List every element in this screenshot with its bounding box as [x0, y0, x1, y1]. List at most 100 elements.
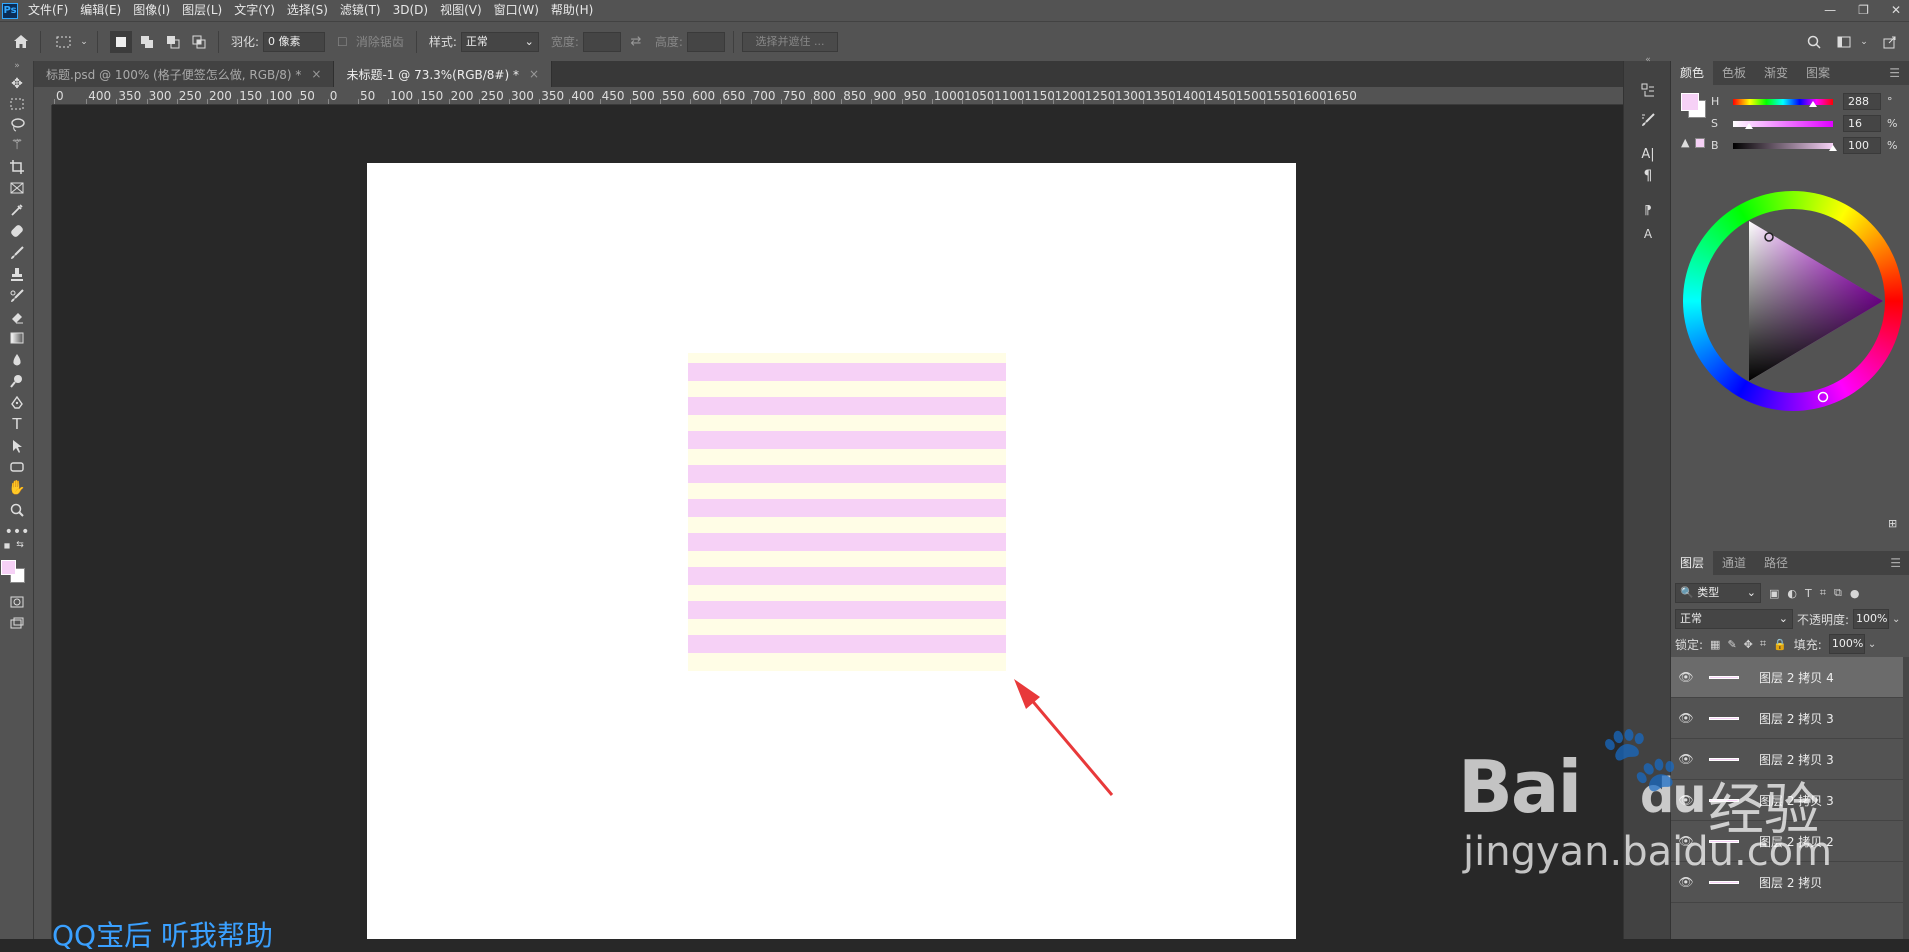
- tab-document-2[interactable]: 未标题-1 @ 73.3%(RGB/8#) * ×: [334, 61, 553, 87]
- swap-colors-icon[interactable]: ⇆: [14, 539, 26, 551]
- type-tool-icon[interactable]: T: [6, 413, 28, 435]
- filter-adjustment-icon[interactable]: ◐: [1787, 587, 1797, 600]
- select-and-mask-button[interactable]: 选择并遮住 ...: [741, 31, 838, 52]
- history-panel-icon[interactable]: [1637, 79, 1659, 101]
- layer-row[interactable]: 👁 图层 2 拷贝 4: [1671, 657, 1903, 698]
- layer-name[interactable]: 图层 2 拷贝 3: [1759, 710, 1834, 727]
- eye-icon[interactable]: 👁: [1671, 711, 1701, 725]
- brush-tool-icon[interactable]: [6, 242, 28, 264]
- swap-icon[interactable]: ⇄: [625, 31, 647, 53]
- menu-filter[interactable]: 滤镜(T): [334, 0, 387, 21]
- opacity-input[interactable]: 100%: [1853, 609, 1890, 629]
- eraser-tool-icon[interactable]: [6, 306, 28, 328]
- dodge-tool-icon[interactable]: [6, 370, 28, 392]
- healing-brush-tool-icon[interactable]: [6, 220, 28, 242]
- layer-name[interactable]: 图层 2 拷贝 3: [1759, 792, 1834, 809]
- tab-patterns[interactable]: 图案: [1797, 61, 1839, 85]
- layer-name[interactable]: 图层 2 拷贝 4: [1759, 669, 1834, 686]
- layer-row[interactable]: 👁 图层 2 拷贝 2: [1671, 821, 1903, 862]
- marquee-preset-icon[interactable]: [53, 31, 75, 53]
- height-input[interactable]: [686, 31, 725, 52]
- paragraph-styles-icon[interactable]: A: [1637, 223, 1659, 245]
- eyedropper-tool-icon[interactable]: [6, 199, 28, 221]
- path-selection-tool-icon[interactable]: [6, 435, 28, 457]
- eye-icon[interactable]: 👁: [1671, 834, 1701, 848]
- hue-slider-handle[interactable]: [1809, 101, 1817, 107]
- menu-3d[interactable]: 3D(D): [387, 0, 434, 21]
- tab-swatches[interactable]: 色板: [1713, 61, 1755, 85]
- antialias-checkbox[interactable]: ☐: [337, 35, 348, 49]
- foreground-color-swatch[interactable]: [1, 560, 16, 575]
- panel-menu-icon[interactable]: ☰: [1880, 61, 1909, 85]
- new-selection-icon[interactable]: [110, 30, 132, 53]
- menu-view[interactable]: 视图(V): [434, 0, 488, 21]
- gradient-tool-icon[interactable]: [6, 327, 28, 349]
- paragraph-panel-icon[interactable]: ¶: [1637, 165, 1659, 187]
- magic-wand-tool-icon[interactable]: ⚚: [6, 134, 28, 156]
- hand-tool-icon[interactable]: ✋: [6, 477, 28, 499]
- menu-select[interactable]: 选择(S): [281, 0, 334, 21]
- color-triangle[interactable]: [1683, 191, 1903, 411]
- blur-tool-icon[interactable]: [6, 349, 28, 371]
- tab-gradients[interactable]: 渐变: [1755, 61, 1797, 85]
- eye-icon[interactable]: 👁: [1671, 670, 1701, 684]
- layer-row[interactable]: 👁 图层 2 拷贝 3: [1671, 739, 1903, 780]
- add-panel-icon[interactable]: ⊞: [1888, 517, 1897, 530]
- color-wheel[interactable]: [1683, 191, 1903, 411]
- history-brush-tool-icon[interactable]: [6, 285, 28, 307]
- screen-mode-icon[interactable]: [6, 612, 28, 634]
- document-canvas[interactable]: [367, 163, 1296, 939]
- eye-icon[interactable]: 👁: [1671, 752, 1701, 766]
- add-selection-icon[interactable]: [136, 31, 158, 53]
- search-icon[interactable]: [1803, 31, 1825, 53]
- rectangle-tool-icon[interactable]: [6, 456, 28, 478]
- brightness-slider[interactable]: [1733, 142, 1833, 149]
- chevron-down-icon[interactable]: ⌄: [1859, 31, 1869, 53]
- blend-mode-select[interactable]: 正常 ⌄: [1675, 609, 1793, 629]
- menu-file[interactable]: 文件(F): [22, 0, 74, 21]
- move-tool-icon[interactable]: ✥: [6, 73, 28, 95]
- filter-shape-icon[interactable]: ⌗: [1820, 586, 1826, 600]
- filter-type-icon[interactable]: T: [1805, 587, 1812, 600]
- crop-tool-icon[interactable]: [6, 156, 28, 178]
- tab-channels[interactable]: 通道: [1713, 551, 1755, 575]
- width-input[interactable]: [582, 31, 621, 52]
- eye-icon[interactable]: 👁: [1671, 875, 1701, 889]
- tab-paths[interactable]: 路径: [1755, 551, 1797, 575]
- close-icon[interactable]: ×: [311, 67, 321, 81]
- layers-scrollbar[interactable]: [1903, 657, 1909, 939]
- menu-image[interactable]: 图像(I): [127, 0, 176, 21]
- default-colors-icon[interactable]: ◼: [1, 539, 13, 551]
- canvas-area[interactable]: [52, 105, 1623, 939]
- layer-name[interactable]: 图层 2 拷贝 3: [1759, 751, 1834, 768]
- tab-layers[interactable]: 图层: [1671, 551, 1714, 575]
- stamp-tool-icon[interactable]: [6, 263, 28, 285]
- zoom-tool-icon[interactable]: [6, 499, 28, 521]
- fg-swatch[interactable]: [1681, 93, 1699, 111]
- quick-mask-icon[interactable]: [6, 591, 28, 613]
- menu-help[interactable]: 帮助(H): [545, 0, 599, 21]
- marquee-tool-icon[interactable]: [6, 93, 28, 115]
- menu-type[interactable]: 文字(Y): [228, 0, 281, 21]
- character-panel-icon[interactable]: A|: [1637, 143, 1659, 165]
- s-input[interactable]: 16: [1843, 115, 1881, 132]
- menu-window[interactable]: 窗口(W): [488, 0, 545, 21]
- workspace-icon[interactable]: [1833, 31, 1855, 53]
- fill-input[interactable]: 100%: [1828, 634, 1865, 654]
- layer-filter-select[interactable]: 🔍 类型 ⌄: [1675, 583, 1761, 603]
- layer-name[interactable]: 图层 2 拷贝: [1759, 874, 1822, 891]
- chevron-down-icon[interactable]: ⌄: [1868, 639, 1876, 650]
- layer-row[interactable]: 👁 图层 2 拷贝 3: [1671, 698, 1903, 739]
- chevron-down-icon[interactable]: ⌄: [1892, 614, 1900, 625]
- menu-layer[interactable]: 图层(L): [176, 0, 228, 21]
- close-icon[interactable]: ×: [529, 67, 539, 81]
- h-input[interactable]: 288: [1843, 93, 1881, 110]
- lock-artboard-icon[interactable]: ⌗: [1760, 637, 1766, 651]
- brush-settings-icon[interactable]: [1637, 109, 1659, 131]
- brightness-slider-handle[interactable]: [1829, 145, 1837, 151]
- collapse-panel-icon[interactable]: »: [6, 59, 28, 73]
- hue-picker[interactable]: [1817, 391, 1829, 403]
- layer-name[interactable]: 图层 2 拷贝 2: [1759, 833, 1834, 850]
- layer-row[interactable]: 👁 图层 2 拷贝 3: [1671, 780, 1903, 821]
- lock-all-icon[interactable]: 🔒: [1773, 638, 1787, 651]
